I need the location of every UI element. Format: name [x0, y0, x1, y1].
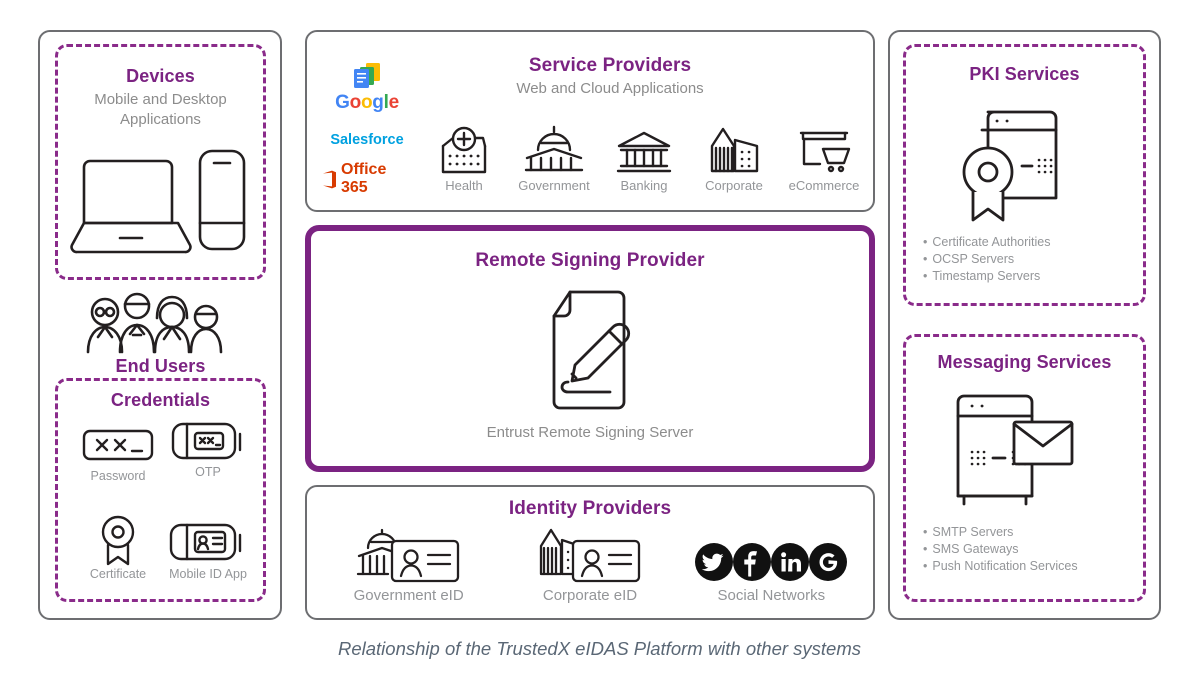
end-users-title: End Users: [115, 356, 206, 376]
service-provider-label: Health: [445, 178, 483, 193]
remote-signing-provider-title: Remote Signing Provider: [475, 250, 705, 271]
pki-services-title: PKI Services: [969, 64, 1080, 84]
pki-bullet: Certificate Authorities: [923, 234, 1138, 251]
certificate-seal-icon: [70, 515, 166, 566]
otp-token-icon: [160, 420, 256, 462]
credential-otp: OTP: [160, 420, 256, 479]
shopping-cart-icon: [780, 128, 868, 174]
diagram-canvas: Devices Mobile and Desktop Applications: [0, 0, 1199, 689]
service-provider-label: Banking: [620, 178, 668, 193]
health-cross-icon: [420, 126, 508, 174]
google-docs-icon: [354, 63, 380, 88]
service-provider-government: Government: [510, 125, 598, 198]
linkedin-icon: [771, 543, 810, 581]
server-envelope-icon: [950, 390, 1080, 510]
diagram-caption: Relationship of the TrustedX eIDAS Platf…: [337, 638, 861, 659]
service-provider-ecommerce: eCommerce: [780, 128, 868, 198]
identity-providers-items: Government eID Corporate eID Social Netw…: [318, 528, 862, 608]
government-eid-card-icon: [324, 528, 494, 583]
end-users-icon: [78, 290, 244, 354]
office365-logo: Office 365: [322, 160, 412, 198]
identity-provider-label: Corporate eID: [542, 587, 638, 604]
service-provider-label: Government: [518, 178, 590, 193]
devices-icons: [70, 145, 252, 255]
devices-subtitle: Mobile and Desktop Applications: [94, 91, 227, 128]
facebook-icon: [733, 543, 772, 581]
credential-label: OTP: [195, 465, 221, 479]
identity-provider-social-networks: Social Networks: [686, 528, 856, 608]
pki-services-bullets: Certificate Authorities OCSP Servers Tim…: [923, 234, 1138, 285]
document-sign-pencil-icon: [540, 290, 640, 410]
messaging-bullet: Push Notification Services: [923, 558, 1138, 575]
server-certificate-icon: [952, 100, 1072, 228]
service-providers-items: Health Government Banking Corporate eCom…: [420, 125, 868, 198]
service-provider-health: Health: [420, 126, 508, 198]
credential-certificate: Certificate: [70, 515, 166, 581]
identity-provider-corporate-eid: Corporate eID: [505, 528, 675, 608]
remote-signing-provider-subtitle: Entrust Remote Signing Server: [486, 424, 694, 441]
identity-provider-government-eid: Government eID: [324, 528, 494, 608]
service-provider-label: Corporate: [705, 178, 763, 193]
service-providers-logos: Google Salesforce Office 365: [322, 62, 412, 197]
pki-bullet: OCSP Servers: [923, 251, 1138, 268]
identity-providers-title: Identity Providers: [508, 498, 672, 519]
government-capitol-icon: [510, 125, 598, 174]
service-providers-title: Service Providers: [528, 55, 692, 76]
credentials-title: Credentials: [110, 390, 211, 410]
credential-label: Password: [90, 469, 146, 483]
identity-provider-label: Government eID: [353, 587, 464, 604]
messaging-services-bullets: SMTP Servers SMS Gateways Push Notificat…: [923, 524, 1138, 575]
credential-label: Mobile ID App: [169, 567, 247, 581]
password-field-icon: [70, 424, 166, 466]
service-provider-corporate: Corporate: [690, 127, 778, 198]
corporate-towers-icon: [690, 127, 778, 174]
service-providers-subtitle: Web and Cloud Applications: [516, 80, 704, 97]
service-provider-banking: Banking: [600, 128, 688, 198]
devices-title: Devices: [126, 66, 195, 86]
service-provider-label: eCommerce: [788, 178, 860, 193]
corporate-eid-card-icon: [505, 528, 675, 583]
credential-mobile-id-app: Mobile ID App: [160, 520, 256, 581]
messaging-services-title: Messaging Services: [937, 352, 1112, 372]
twitter-icon: [695, 543, 734, 581]
salesforce-logo: Salesforce: [330, 132, 404, 148]
messaging-bullet: SMS Gateways: [923, 541, 1138, 558]
google-logo: Google: [322, 62, 412, 120]
mobile-id-app-icon: [160, 520, 256, 564]
social-networks-icon: [686, 528, 856, 582]
google-plus-icon: [809, 543, 848, 581]
credential-label: Certificate: [89, 567, 147, 581]
messaging-bullet: SMTP Servers: [923, 524, 1138, 541]
credential-password: Password: [70, 424, 166, 483]
office-tile-icon: [323, 170, 336, 188]
google-logo-text: Google: [335, 92, 399, 113]
identity-provider-label: Social Networks: [717, 587, 826, 604]
pki-bullet: Timestamp Servers: [923, 268, 1138, 285]
bank-building-icon: [600, 128, 688, 174]
